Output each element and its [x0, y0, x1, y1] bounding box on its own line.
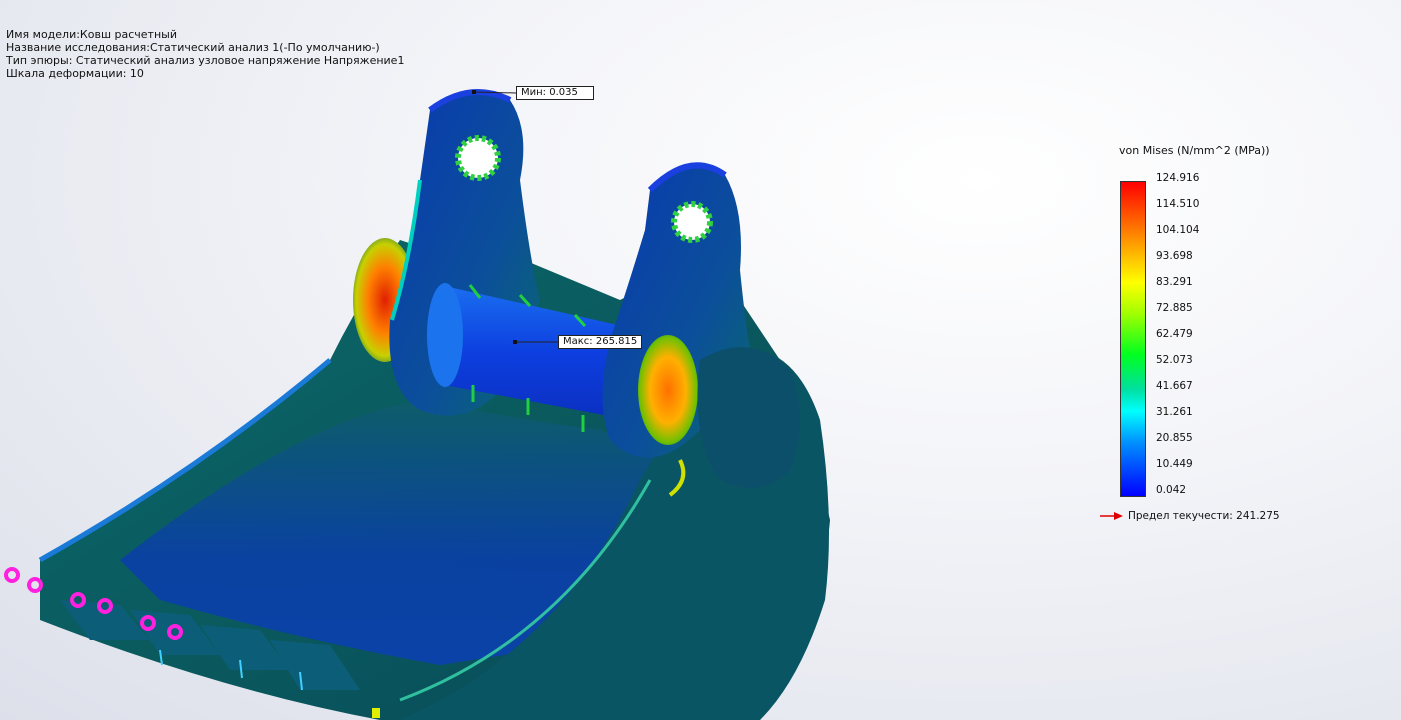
legend-tick-label: 62.479 [1156, 328, 1193, 340]
right-hub-stress [638, 335, 698, 445]
legend-tick-label: 93.698 [1156, 250, 1193, 262]
yield-arrow-icon [1100, 512, 1123, 520]
max-point-marker [513, 340, 517, 344]
legend-tick-label: 83.291 [1156, 276, 1193, 288]
min-callout-text: Мин: 0.035 [521, 87, 578, 98]
min-callout[interactable]: Мин: 0.035 [516, 86, 594, 100]
legend-tick-label: 20.855 [1156, 432, 1193, 444]
legend-tick-label: 10.449 [1156, 458, 1193, 470]
legend-tick-label: 52.073 [1156, 354, 1193, 366]
legend-tick-label: 0.042 [1156, 484, 1187, 496]
right-hub-boss [697, 347, 800, 488]
min-point-marker [472, 90, 476, 94]
study-info-panel: Имя модели:Ковш расчетный Название иссле… [6, 28, 404, 80]
legend-tick-label: 41.667 [1156, 380, 1193, 392]
legend-tick-label: 114.510 [1156, 198, 1200, 210]
max-callout-text: Макс: 265.815 [563, 336, 638, 347]
legend-ticks: 124.916 114.510 104.104 93.698 83.291 72.885 6… [1156, 172, 1199, 510]
legend-colorbar [1120, 181, 1146, 497]
yield-strength-indicator: Предел текучести: 241.275 [1100, 510, 1280, 522]
study-name-label: Название исследования:Статический анализ… [6, 41, 380, 54]
pin-end-left [427, 283, 463, 387]
legend-title: von Mises (N/mm^2 (MPa)) [1119, 144, 1270, 157]
model-name-label: Имя модели:Ковш расчетный [6, 28, 177, 41]
deformation-scale-label: Шкала деформации: 10 [6, 67, 144, 80]
max-callout[interactable]: Макс: 265.815 [558, 335, 642, 349]
plot-type-label: Тип эпюры: Статический анализ узловое на… [6, 54, 405, 67]
corner-marker [372, 708, 380, 718]
legend-tick-label: 72.885 [1156, 302, 1193, 314]
legend-tick-label: 124.916 [1156, 172, 1200, 184]
yield-strength-label: Предел текучести: 241.275 [1128, 510, 1280, 522]
legend-tick-label: 31.261 [1156, 406, 1193, 418]
legend-tick-label: 104.104 [1156, 224, 1200, 236]
